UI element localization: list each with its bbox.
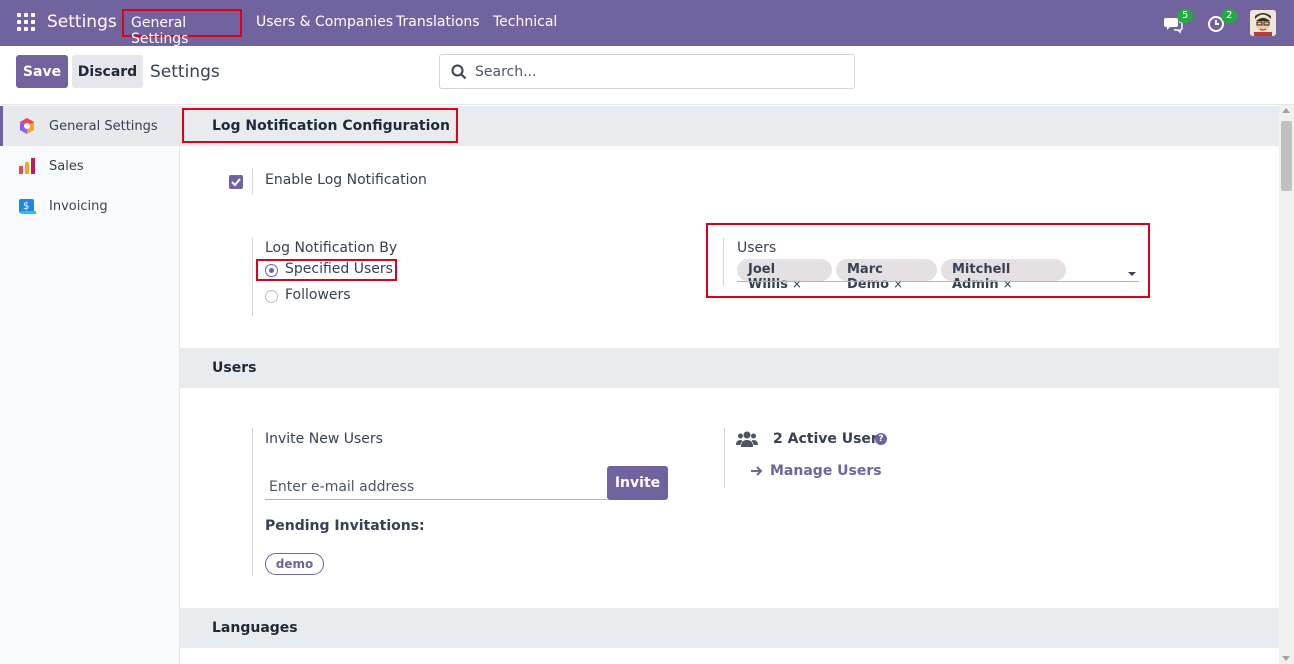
divider [723,238,724,286]
app-name[interactable]: Settings [47,12,117,32]
arrow-right-icon [751,466,763,476]
menu-translations[interactable]: Translations [396,14,480,30]
section-header-users: Users [180,348,1279,388]
scrollbar-thumb[interactable] [1281,121,1292,191]
page-title: Settings [150,62,220,82]
invite-email-input[interactable] [265,475,607,500]
svg-text:$: $ [23,201,29,212]
activities-button[interactable]: 2 [1207,9,1238,35]
control-panel: Save Discard Settings [0,46,1294,105]
settings-content: Log Notification Configuration Enable Lo… [180,105,1279,664]
messages-badge: 5 [1177,9,1194,23]
divider [724,428,725,488]
users-field-input[interactable] [737,281,1139,282]
general-settings-icon [20,118,34,134]
radio-followers[interactable] [265,290,278,303]
activities-badge: 2 [1221,9,1238,23]
sales-icon [19,158,35,174]
settings-sidebar: General Settings Sales $ Invoicing [0,105,180,664]
sidebar-item-label: Sales [49,159,84,174]
pending-invitation-badge[interactable]: demo [265,553,324,575]
section-title: Languages [212,620,298,636]
search-input[interactable] [475,61,845,83]
discard-button[interactable]: Discard [72,55,143,88]
remove-tag-icon[interactable]: × [792,277,802,291]
search-box[interactable] [439,54,855,89]
top-navbar: Settings General Settings Users & Compan… [0,0,1294,47]
vertical-scrollbar[interactable] [1279,105,1294,664]
check-icon [231,178,241,187]
user-tag-label: Joel Willis [748,262,788,292]
section-title: Users [212,360,257,376]
user-tag: Marc Demo × [836,259,937,292]
radio-specified-users[interactable] [265,264,278,277]
radio-label-specified-users[interactable]: Specified Users [285,261,393,277]
enable-log-notification-label: Enable Log Notification [265,172,427,188]
sidebar-item-label: Invoicing [49,199,108,214]
invite-new-users-label: Invite New Users [265,431,383,447]
user-tag: Joel Willis × [737,259,832,292]
user-tag-label: Marc Demo [847,262,890,292]
search-icon [451,64,467,80]
section-header-languages: Languages [180,608,1279,648]
users-group-icon [736,431,758,447]
section-title: Log Notification Configuration [212,118,450,134]
sidebar-item-sales[interactable]: Sales [0,146,179,186]
users-field-label: Users [737,240,777,256]
dropdown-caret-icon[interactable] [1128,272,1136,276]
pending-invitations-label: Pending Invitations: [265,518,425,534]
scroll-down-icon[interactable] [1282,656,1290,661]
radio-label-followers[interactable]: Followers [285,287,351,303]
scroll-up-icon[interactable] [1282,108,1290,113]
invoicing-icon: $ [19,199,36,214]
divider [252,428,253,576]
remove-tag-icon[interactable]: × [893,277,903,291]
log-notification-by-label: Log Notification By [265,240,398,256]
invite-button[interactable]: Invite [607,466,668,500]
menu-technical[interactable]: Technical [493,14,557,30]
enable-log-notification-checkbox[interactable] [229,175,243,189]
user-tag: Mitchell Admin × [941,259,1066,292]
apps-menu-icon[interactable] [17,13,35,31]
remove-tag-icon[interactable]: × [1003,277,1013,291]
sidebar-item-invoicing[interactable]: $ Invoicing [0,186,179,226]
user-avatar[interactable] [1250,10,1276,36]
help-icon[interactable]: ? [875,433,887,445]
menu-general-settings[interactable]: General Settings [122,9,242,47]
section-header-log-notification: Log Notification Configuration [180,106,1279,146]
sidebar-item-general-settings[interactable]: General Settings [0,106,179,146]
messages-button[interactable]: 5 [1163,9,1194,35]
divider [252,168,253,194]
menu-users-companies[interactable]: Users & Companies [256,14,393,30]
divider [252,238,253,316]
user-tag-label: Mitchell Admin [952,262,1011,292]
save-button[interactable]: Save [16,55,68,88]
manage-users-link[interactable]: Manage Users [770,463,882,479]
sidebar-item-label: General Settings [49,119,158,134]
active-users-count: 2 Active Users [773,431,887,447]
